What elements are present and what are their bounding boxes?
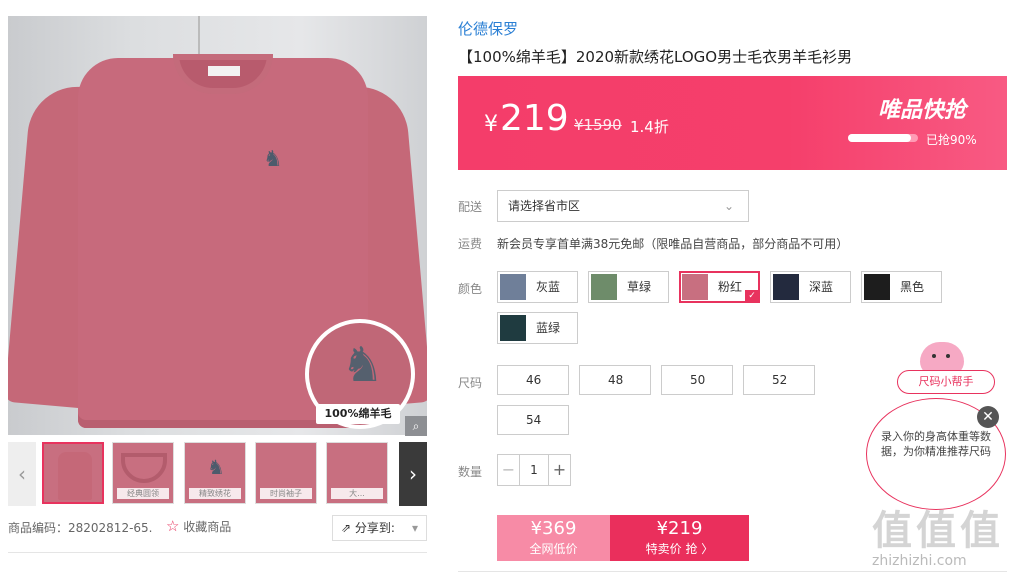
selected-check-icon: ✓ [745,290,759,302]
regular-price: ¥369 [530,518,577,539]
watermark-logo: 值值值 [872,508,1004,554]
color-option-caolv[interactable]: 草绿 [588,271,669,303]
discount-rate: 1.4折 [630,118,669,136]
sold-progress-bar [848,134,918,142]
sale-price: 219 [500,98,569,139]
color-swatch [682,274,708,300]
brand-link[interactable]: 伦德保罗 [458,18,518,39]
color-swatch [500,274,526,300]
thumbnail-strip: ‹ 经典圆领 ♞ 精致绣花 时尚袖子 大... › [8,442,427,506]
color-option-huilan[interactable]: 灰蓝 [497,271,578,303]
thumbnail[interactable]: 大... [326,442,388,504]
size-option[interactable]: 46 [497,365,569,395]
thumbnail[interactable] [42,442,104,504]
collar-label [208,66,240,76]
size-label: 尺码 [458,376,483,390]
thumbnail-prev-arrow-icon[interactable]: ‹ [8,442,36,506]
size-option[interactable]: 52 [743,365,815,395]
color-swatch [773,274,799,300]
color-option-fenhong[interactable]: 粉红 ✓ [679,271,760,303]
color-swatch [500,315,526,341]
special-price-label: 特卖价 抢 〉 [645,542,714,556]
color-option-heise[interactable]: 黑色 [861,271,942,303]
quantity-minus-button[interactable]: − [498,455,520,485]
divider [458,571,1007,572]
region-select[interactable]: 请选择省市区 ⌄ [497,190,749,222]
color-swatch [864,274,890,300]
star-icon: ☆ [166,517,180,535]
hanger-graphic [198,16,238,56]
buy-special-button[interactable]: ¥219 特卖价 抢 〉 [610,515,749,561]
color-label: 颜色 [458,282,483,296]
currency-symbol: ¥ [484,112,498,137]
thumbnail[interactable]: 时尚袖子 [255,442,317,504]
magnify-icon[interactable]: ⌕ [405,416,427,436]
thumbnail[interactable]: 经典圆领 [112,442,174,504]
quantity-input[interactable]: 1 [520,455,548,485]
flash-sale-label: 唯品快抢 [878,98,967,123]
chevron-down-icon: ⌄ [723,199,734,213]
watermark-url: zhizhizhi.com [872,553,967,569]
shipping-label: 运费 [458,237,483,251]
size-helper-tag[interactable]: 尺码小帮手 [897,370,995,394]
share-label: 分享到: [354,521,395,535]
size-option[interactable]: 48 [579,365,651,395]
price-banner: ¥ 219 ¥1590 1.4折 唯品快抢 已抢90% [458,76,1007,170]
color-option-shenlan[interactable]: 深蓝 [770,271,851,303]
color-swatch [591,274,617,300]
thumbnail[interactable]: ♞ 精致绣花 [184,442,246,504]
sold-progress-label: 已抢90% [926,133,977,147]
embroidered-logo-icon: ♞ [263,147,283,172]
caret-down-icon: ▾ [411,521,418,535]
buy-regular-button[interactable]: ¥369 全网低价 [497,515,610,561]
region-select-value: 请选择省市区 [508,199,581,213]
product-code: 商品编码：28202812-65. [8,521,153,535]
product-title: 【100%绵羊毛】2020新款绣花LOGO男士毛衣男羊毛衫男 [458,48,853,66]
quantity-plus-button[interactable]: + [548,455,570,485]
thumbnail-next-arrow-icon[interactable]: › [399,442,427,506]
horse-logo-icon: ♞ [341,337,385,393]
share-button[interactable]: ⇗ 分享到: ▾ [332,515,427,541]
quantity-stepper: − 1 + [497,454,571,486]
size-option[interactable]: 54 [497,405,569,435]
quantity-label: 数量 [458,465,483,479]
regular-price-label: 全网低价 [529,542,578,556]
color-option-lanlv[interactable]: 蓝绿 [497,312,578,344]
main-product-image[interactable]: ♞ ♞ 100%绵羊毛 [8,16,427,435]
share-icon: ⇗ [341,521,352,535]
sold-progress-fill [848,134,911,142]
close-icon[interactable]: ✕ [977,406,999,428]
wool-badge: 100%绵羊毛 [316,404,400,424]
favorite-label: 收藏商品 [183,520,232,534]
special-price: ¥219 [656,518,703,539]
favorite-button[interactable]: ☆ 收藏商品 [166,517,231,535]
original-price: ¥1590 [574,116,622,134]
divider [8,552,427,553]
size-option[interactable]: 50 [661,365,733,395]
shipping-info: 新会员专享首单满38元免邮（限唯品自营商品，部分商品不可用） [497,237,849,251]
delivery-label: 配送 [458,200,483,214]
